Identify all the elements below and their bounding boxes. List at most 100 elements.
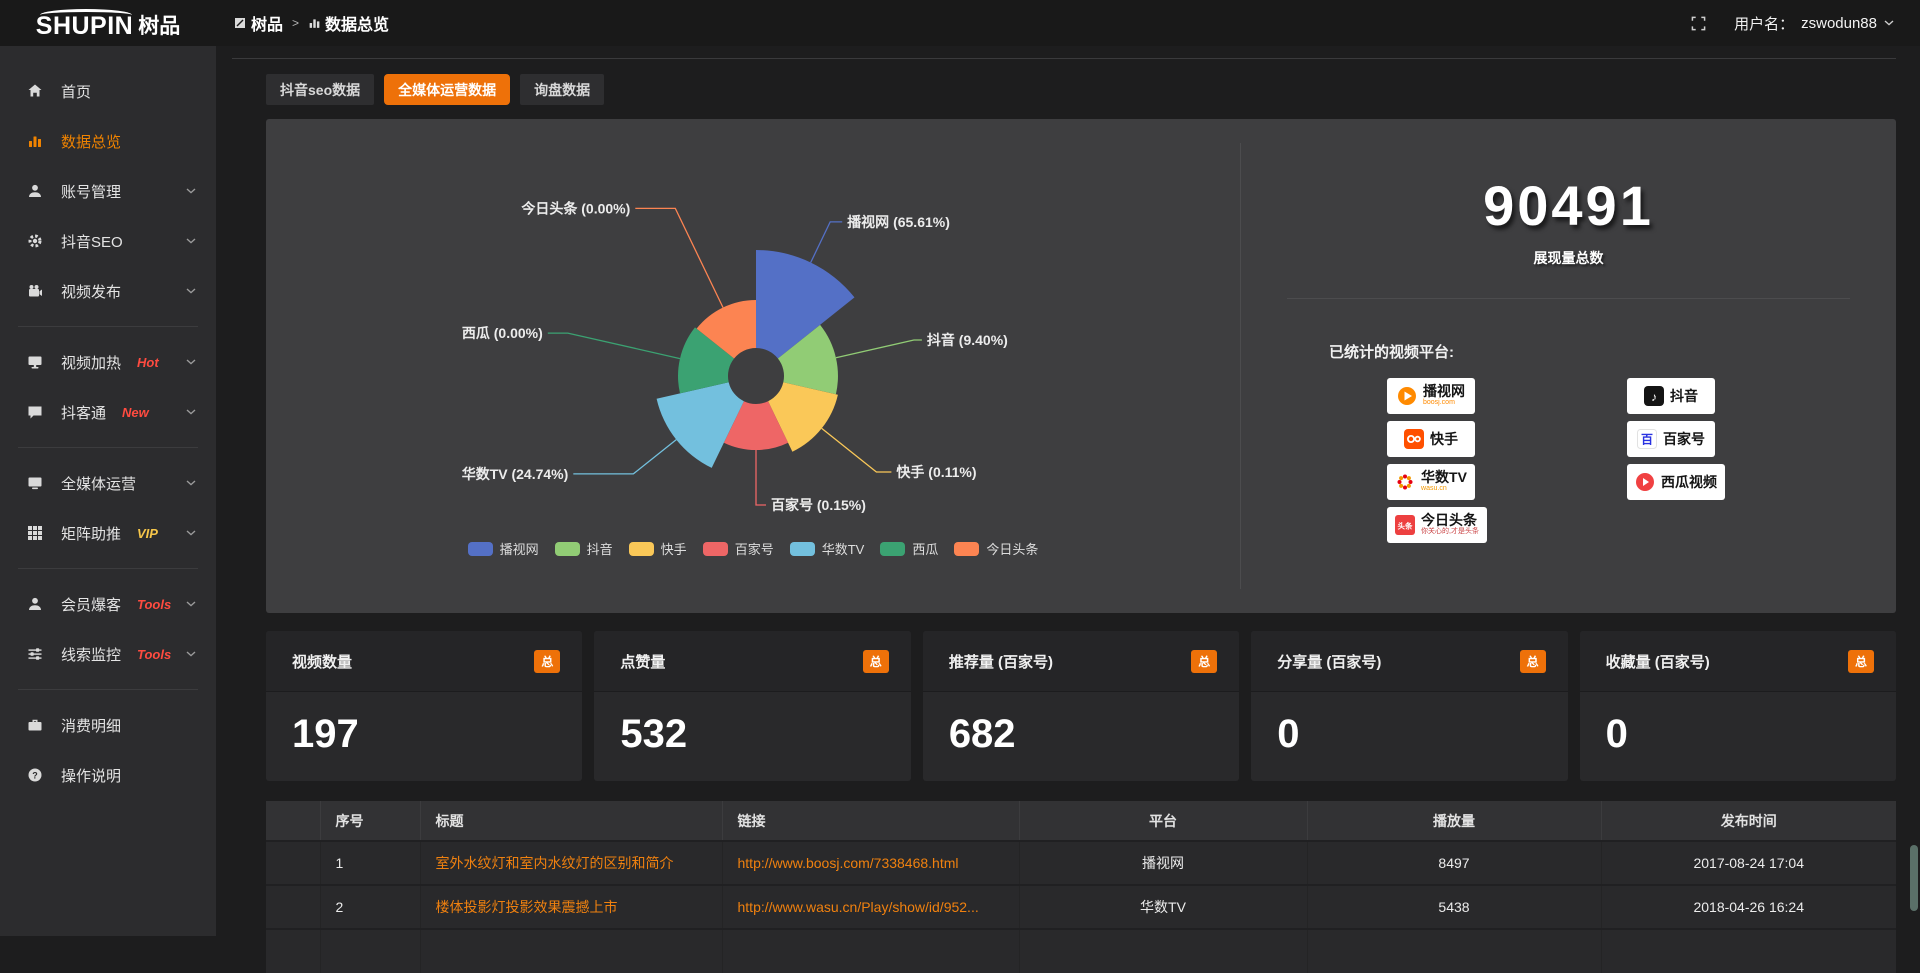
platform-badge-今日头条: 头条 今日头条 你关心的,才是头条 (1387, 507, 1487, 543)
chevron-down-icon (1884, 20, 1894, 26)
tab-inquiry-data[interactable]: 询盘数据 (520, 74, 604, 105)
table-header-row: 序号 标题 链接 平台 播放量 发布时间 (266, 801, 1896, 841)
cell-seq: 1 (320, 841, 420, 885)
breadcrumb-root[interactable]: 树品 (234, 11, 283, 35)
stat-card-value: 682 (923, 692, 1239, 757)
pie-slice-4[interactable] (657, 382, 744, 468)
douyin-logo-icon: ♪ (1644, 386, 1664, 406)
chart-icon (27, 133, 44, 150)
legend-swatch (880, 542, 905, 556)
stat-card-header: 收藏量 (百家号) 总 (1580, 631, 1896, 692)
sidebar-divider (18, 447, 198, 448)
app-logo[interactable]: SHUPIN 树品 (0, 8, 216, 39)
filter-icon (27, 646, 44, 663)
cell-url-link[interactable]: http://www.wasu.cn/Play/show/id/952... (738, 899, 979, 915)
legend-item-5[interactable]: 西瓜 (880, 539, 938, 558)
user-menu[interactable]: 用户名：zswodun88 (1734, 13, 1894, 34)
chevron-down-icon (186, 480, 196, 486)
cell-title-link[interactable]: 楼体投影灯投影效果震撼上市 (436, 899, 618, 915)
scrollbar-thumb[interactable] (1910, 845, 1918, 911)
summary-divider (1287, 298, 1850, 299)
chevron-down-icon (186, 359, 196, 365)
sidebar-item-badge: Hot (137, 355, 159, 370)
platform-badge-快手: 快手 (1387, 421, 1475, 457)
sidebar-item-account-management[interactable]: 账号管理 (0, 166, 216, 216)
sidebar-item-all-media-operation[interactable]: 全媒体运营 (0, 458, 216, 508)
platform-name: 华数TV (1421, 470, 1467, 485)
legend-swatch (555, 542, 580, 556)
sidebar-divider (18, 326, 198, 327)
tab-all-media-operation-data[interactable]: 全媒体运营数据 (384, 74, 510, 105)
stat-card-title: 推荐量 (百家号) (949, 651, 1053, 672)
platform-name: 百家号 (1663, 432, 1705, 447)
cell-url-link[interactable]: http://www.boosj.com/7338468.html (738, 855, 959, 871)
stat-card-header: 推荐量 (百家号) 总 (923, 631, 1239, 692)
chevron-down-icon (186, 530, 196, 536)
sidebar-item-label: 操作说明 (61, 765, 121, 786)
topbar: SHUPIN 树品 树品 > 数据总览 用户名：zswodun88 (0, 0, 1920, 46)
col-header-time: 发布时间 (1601, 801, 1896, 841)
total-badge: 总 (863, 650, 889, 673)
sidebar-item-label: 视频发布 (61, 281, 121, 302)
xigua-logo-icon (1635, 472, 1655, 492)
legend-item-6[interactable]: 今日头条 (954, 539, 1038, 558)
sidebar-item-label: 抖客通 (61, 402, 106, 423)
videos-table: 序号 标题 链接 平台 播放量 发布时间 1 室外水纹灯和室内水纹灯的区别和简介… (266, 801, 1896, 973)
legend-item-2[interactable]: 快手 (629, 539, 687, 558)
sidebar-item-badge: New (122, 405, 149, 420)
sidebar-item-label: 消费明细 (61, 715, 121, 736)
breadcrumb-current-icon (308, 17, 321, 30)
sidebar-item-member-baoke[interactable]: 会员爆客 Tools (0, 579, 216, 629)
wallet-icon (27, 717, 44, 734)
legend-item-0[interactable]: 播视网 (468, 539, 539, 558)
monitor-icon (27, 475, 44, 492)
page-scrollbar[interactable] (1910, 0, 1918, 936)
cell-plays: 5438 (1307, 885, 1601, 929)
platform-name: 播视网 (1423, 384, 1465, 399)
sidebar-item-data-overview[interactable]: 数据总览 (0, 116, 216, 166)
sidebar-item-video-heating[interactable]: 视频加热 Hot (0, 337, 216, 387)
legend-label: 抖音 (587, 539, 613, 558)
platform-name: 今日头条 (1421, 513, 1477, 528)
sidebar-item-douketong[interactable]: 抖客通 New (0, 387, 216, 437)
pie-label-line (548, 333, 680, 359)
sidebar-item-clue-monitor[interactable]: 线索监控 Tools (0, 629, 216, 679)
col-header-plays: 播放量 (1307, 801, 1601, 841)
legend-item-1[interactable]: 抖音 (555, 539, 613, 558)
legend-swatch (468, 542, 493, 556)
boosj-logo-icon (1397, 386, 1417, 406)
pie-label: 今日头条 (0.00%) (520, 200, 630, 216)
col-header-platform: 平台 (1019, 801, 1307, 841)
fullscreen-icon[interactable] (1691, 16, 1706, 31)
pie-label-line (573, 440, 676, 474)
legend-label: 播视网 (500, 539, 539, 558)
rose-pie-chart[interactable]: 播视网 (65.61%)抖音 (9.40%)快手 (0.11%)百家号 (0.1… (266, 119, 1240, 589)
chart-panel: 播视网 (65.61%)抖音 (9.40%)快手 (0.11%)百家号 (0.1… (266, 119, 1896, 613)
breadcrumb-current[interactable]: 数据总览 (308, 11, 389, 35)
sidebar-item-home[interactable]: 首页 (0, 66, 216, 116)
pie-label: 快手 (0.11%) (896, 464, 976, 480)
stat-card-value: 532 (594, 692, 910, 757)
sidebar-divider (18, 568, 198, 569)
legend-item-4[interactable]: 华数TV (790, 539, 865, 558)
legend-swatch (703, 542, 728, 556)
cell-platform: 华数TV (1019, 885, 1307, 929)
sidebar-item-video-publish[interactable]: 视频发布 (0, 266, 216, 316)
sidebar-item-matrix-boost[interactable]: 矩阵助推 VIP (0, 508, 216, 558)
platforms-title: 已统计的视频平台: (1329, 341, 1896, 362)
sidebar-item-douyin-seo[interactable]: 抖音SEO (0, 216, 216, 266)
pie-label: 抖音 (9.40%) (927, 332, 1008, 348)
tab-douyin-seo-data[interactable]: 抖音seo数据 (266, 74, 374, 105)
legend-item-3[interactable]: 百家号 (703, 539, 774, 558)
col-header-seq: 序号 (320, 801, 420, 841)
cell-seq: 2 (320, 885, 420, 929)
sidebar-item-operation-guide[interactable]: ? 操作说明 (0, 750, 216, 800)
legend-label: 华数TV (822, 539, 865, 558)
pie-label-line (811, 222, 843, 263)
legend-label: 百家号 (735, 539, 774, 558)
sidebar-item-consumption-detail[interactable]: 消费明细 (0, 700, 216, 750)
stat-card-header: 分享量 (百家号) 总 (1251, 631, 1567, 692)
cell-title-link[interactable]: 室外水纹灯和室内水纹灯的区别和简介 (436, 855, 674, 871)
stat-cards-row: 视频数量 总 197 点赞量 总 532 推荐量 (百家号) 总 682 分享量… (266, 631, 1896, 781)
kuaishou-logo-icon (1404, 429, 1424, 449)
